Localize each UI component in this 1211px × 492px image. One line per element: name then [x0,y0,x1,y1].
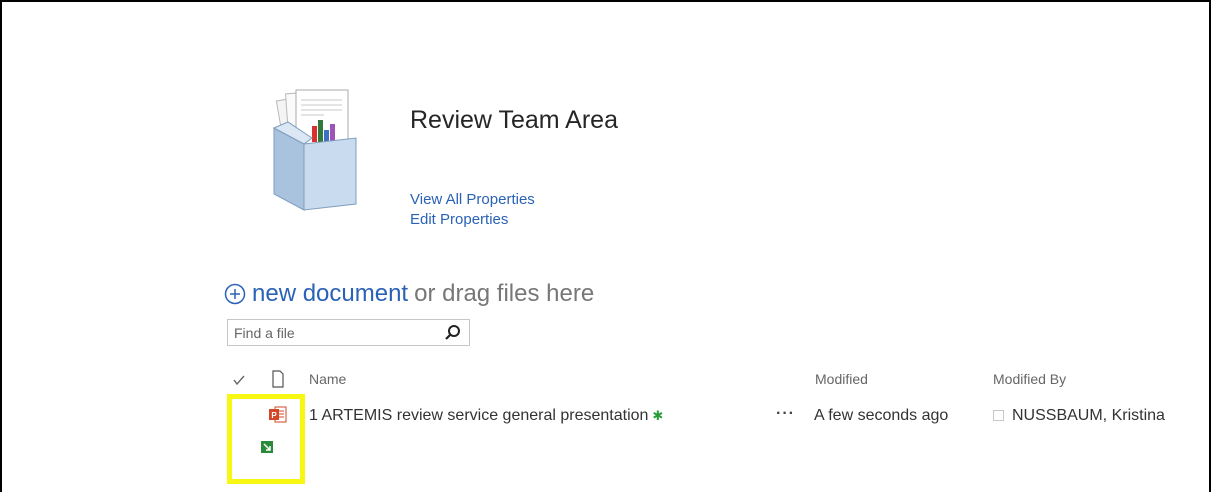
column-header-modified-by[interactable]: Modified By [993,370,1066,388]
table-row[interactable]: P 1 ARTEMIS review service general prese… [0,403,1211,433]
column-header-modified[interactable]: Modified [815,370,868,388]
edit-properties-link[interactable]: Edit Properties [410,211,508,228]
modified-by-link[interactable]: NUSSBAUM, Kristina [1012,407,1165,425]
file-type-icon [272,370,284,388]
file-name-link[interactable]: 1 ARTEMIS review service general present… [309,407,663,425]
highlight-annotation [227,394,305,484]
document-set-icon [272,89,357,211]
modified-value: A few seconds ago [814,407,949,424]
plus-circle-icon[interactable] [224,283,246,305]
item-menu-button[interactable]: ··· [776,405,795,423]
checkmark-icon[interactable] [232,373,246,387]
presence-indicator-icon [993,410,1004,421]
page-title: Review Team Area [410,106,618,134]
drag-files-hint: or drag files here [414,280,595,307]
search-icon[interactable] [443,323,463,343]
new-item-icon: ✱ [652,408,664,423]
column-header-name[interactable]: Name [309,370,346,388]
view-all-properties-link[interactable]: View All Properties [410,191,535,208]
new-document-bar: new document or drag files here [224,280,594,308]
file-name-text[interactable]: 1 ARTEMIS review service general present… [309,407,648,424]
search-box [227,319,470,346]
search-input[interactable] [228,320,443,345]
new-document-link[interactable]: new document [252,280,408,308]
column-header-row: Name Modified Modified By [0,370,1211,390]
